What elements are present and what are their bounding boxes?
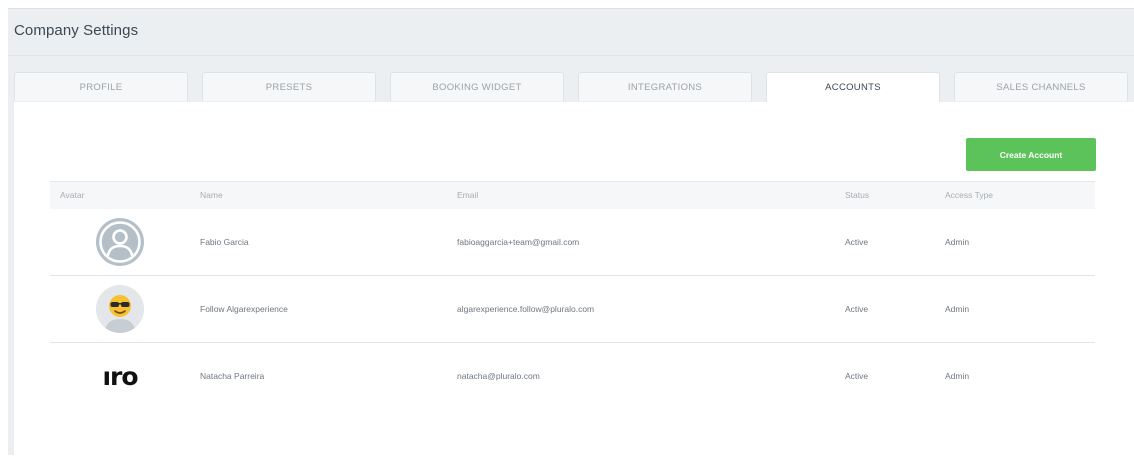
tab-profile[interactable]: PROFILE (14, 72, 188, 101)
company-settings-page: Company Settings PROFILE PRESETS BOOKING… (0, 0, 1134, 461)
account-status: Active (845, 237, 869, 247)
settings-window: Company Settings PROFILE PRESETS BOOKING… (8, 8, 1134, 455)
tab-booking-widget[interactable]: BOOKING WIDGET (390, 72, 564, 101)
account-name: Natacha Parreira (200, 371, 265, 381)
tab-presets[interactable]: PRESETS (202, 72, 376, 101)
account-access-type: Admin (945, 371, 970, 381)
title-divider (8, 55, 1134, 56)
table-row[interactable]: Follow Algarexperience algarexperience.f… (50, 276, 1095, 343)
column-header-avatar: Avatar (60, 190, 85, 200)
column-header-access-type: Access Type (945, 190, 994, 200)
account-status: Active (845, 304, 869, 314)
account-name: Fabio Garcia (200, 237, 249, 247)
account-email: fabioaggarcia+team@gmail.com (457, 237, 580, 247)
company-logo-avatar: ıro (96, 352, 144, 400)
table-row[interactable]: ıro Natacha Parreira natacha@pluralo.com… (50, 343, 1095, 409)
table-header: Avatar Name Email Status Access Type (50, 181, 1095, 209)
accounts-table: Avatar Name Email Status Access Type Fab… (50, 181, 1095, 409)
account-email: algarexperience.follow@pluralo.com (457, 304, 595, 314)
column-header-name: Name (200, 190, 223, 200)
column-header-email: Email (457, 190, 479, 200)
account-email: natacha@pluralo.com (457, 371, 540, 381)
account-access-type: Admin (945, 237, 970, 247)
table-row[interactable]: Fabio Garcia fabioaggarcia+team@gmail.co… (50, 209, 1095, 276)
generic-user-icon (96, 218, 144, 266)
sunglasses-emoji-icon (96, 285, 144, 333)
account-status: Active (845, 371, 869, 381)
settings-tabs: PROFILE PRESETS BOOKING WIDGET INTEGRATI… (8, 72, 1134, 103)
accounts-panel: Create Account Avatar Name Email Status … (14, 102, 1134, 455)
tab-sales-channels[interactable]: SALES CHANNELS (954, 72, 1128, 101)
tab-integrations[interactable]: INTEGRATIONS (578, 72, 752, 101)
account-access-type: Admin (945, 304, 970, 314)
column-header-status: Status (845, 190, 870, 200)
page-title: Company Settings (14, 22, 139, 39)
create-account-button[interactable]: Create Account (966, 138, 1096, 171)
tab-accounts[interactable]: ACCOUNTS (766, 72, 940, 103)
logo-text: ıro (102, 362, 138, 391)
account-name: Follow Algarexperience (200, 304, 288, 314)
